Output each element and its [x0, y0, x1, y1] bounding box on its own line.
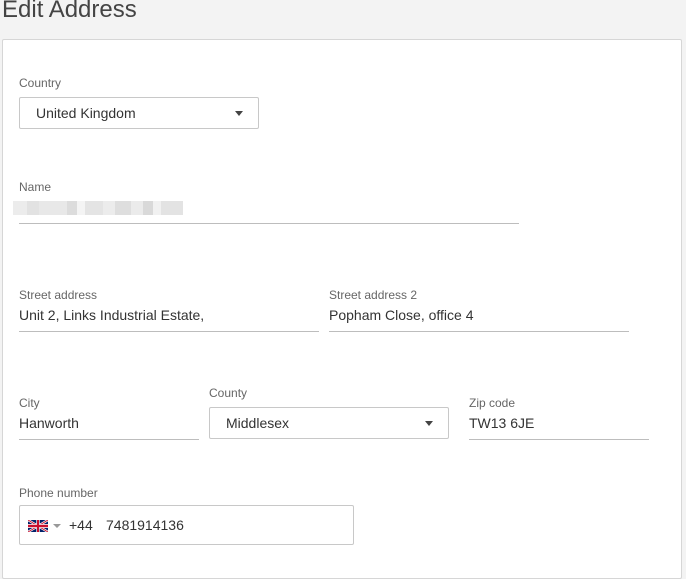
street-address-2-value: Popham Close, office 4 — [329, 307, 474, 323]
country-code-dropdown-icon[interactable] — [53, 524, 61, 528]
county-label: County — [209, 386, 248, 400]
zip-code-input[interactable]: TW13 6JE — [469, 414, 649, 440]
dial-code: +44 — [69, 517, 93, 533]
chevron-down-icon — [235, 111, 243, 116]
phone-number-label: Phone number — [19, 486, 98, 500]
country-select[interactable]: United Kingdom — [19, 97, 259, 129]
name-input[interactable] — [13, 198, 519, 224]
phone-number-value: 7481914136 — [106, 517, 184, 533]
street-address-value: Unit 2, Links Industrial Estate, — [19, 307, 205, 323]
zip-code-label: Zip code — [469, 396, 516, 410]
phone-number-field[interactable]: +44 7481914136 — [19, 505, 354, 545]
street-address-label: Street address — [19, 288, 98, 302]
page-title: Edit Address — [2, 0, 137, 23]
street-address-input[interactable]: Unit 2, Links Industrial Estate, — [19, 306, 319, 332]
country-label: Country — [19, 76, 62, 90]
city-label: City — [19, 396, 40, 410]
city-value: Hanworth — [19, 415, 79, 431]
street-address-2-input[interactable]: Popham Close, office 4 — [329, 306, 629, 332]
address-form-card: Country United Kingdom Name Street addre… — [2, 39, 682, 579]
county-select-value: Middlesex — [226, 415, 290, 431]
name-label: Name — [19, 180, 52, 194]
city-input[interactable]: Hanworth — [19, 414, 199, 440]
zip-code-value: TW13 6JE — [469, 415, 535, 431]
county-select[interactable]: Middlesex — [209, 407, 449, 439]
name-redacted-value — [13, 201, 183, 215]
chevron-down-icon — [425, 421, 433, 426]
uk-flag-icon[interactable] — [28, 520, 48, 532]
country-select-value: United Kingdom — [36, 105, 136, 121]
street-address-2-label: Street address 2 — [329, 288, 418, 302]
